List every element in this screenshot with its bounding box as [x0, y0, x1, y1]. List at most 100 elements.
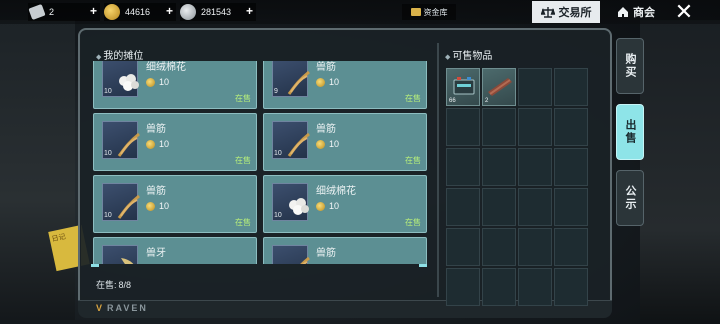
tab-notice[interactable]: 公示: [616, 170, 644, 226]
item-thumb: [272, 245, 310, 264]
empty-slot[interactable]: [518, 268, 552, 306]
empty-slot[interactable]: [446, 268, 480, 306]
item-name: 兽牙: [146, 248, 166, 259]
cotton-icon: [289, 198, 309, 215]
sinew-icon: [287, 132, 310, 157]
booth-item-card[interactable]: 兽筋 10: [263, 237, 427, 264]
sellable-grid[interactable]: 66 2: [446, 68, 592, 306]
item-price: 10: [159, 77, 170, 87]
scroll-indicator: [91, 264, 431, 268]
background-left-scenery: [0, 20, 75, 320]
exchange-tab[interactable]: 交易所: [532, 1, 600, 23]
booth-item-card[interactable]: 10 兽筋 10 在售: [93, 175, 257, 233]
tab-sell[interactable]: 出售: [616, 104, 644, 160]
resource-ticket-value: 2: [49, 7, 55, 17]
item-name: 兽筋: [146, 186, 166, 197]
house-icon: [618, 7, 628, 17]
empty-slot[interactable]: [518, 188, 552, 226]
empty-slot[interactable]: [518, 228, 552, 266]
resource-ticket: 2 +: [28, 3, 100, 21]
sellable-title: ◆ 可售物品: [445, 51, 493, 62]
booth-item-card[interactable]: 10 细绒棉花 10 在售: [263, 175, 427, 233]
empty-slot[interactable]: [554, 68, 588, 106]
item-qty: 10: [274, 150, 282, 157]
cotton-icon: [119, 74, 139, 91]
guild-shop-tab[interactable]: 商会: [612, 1, 660, 23]
booth-item-card[interactable]: 9 兽筋 10 在售: [263, 61, 427, 109]
tab-buy-label: 购买: [624, 53, 636, 79]
leather-roll-icon: [488, 78, 512, 96]
item-price: 10: [329, 139, 340, 149]
guild-shop-label: 商会: [633, 7, 655, 19]
scale-icon: [540, 7, 555, 18]
booth-list[interactable]: 10 细绒棉花 10 在售 9 兽筋 10 在售 10 兽筋 10 在售 10 …: [91, 61, 433, 264]
silver-coin-icon: [180, 4, 196, 20]
sellable-slot[interactable]: 2: [482, 68, 516, 106]
empty-slot[interactable]: [554, 268, 588, 306]
tab-sell-label: 出售: [624, 119, 636, 145]
empty-slot[interactable]: [554, 108, 588, 146]
fang-icon: [121, 258, 134, 264]
sinew-icon: [300, 256, 310, 264]
gold-coin-icon: [104, 4, 120, 20]
add-gold-button[interactable]: +: [166, 4, 173, 18]
slot-qty: 66: [449, 98, 456, 104]
gold-coin-icon: [146, 78, 155, 87]
ticket-icon: [28, 3, 46, 21]
empty-slot[interactable]: [482, 108, 516, 146]
empty-slot[interactable]: [446, 108, 480, 146]
close-icon: ✕: [674, 0, 694, 25]
vault-button[interactable]: 资金库: [402, 4, 456, 20]
empty-slot[interactable]: [554, 148, 588, 186]
booth-title: ◆ 我的摊位: [96, 51, 144, 62]
battery-icon: [453, 77, 475, 95]
on-sale-count: 在售: 8/8: [96, 278, 131, 291]
gold-coin-icon: [146, 140, 155, 149]
on-sale-label: 在售:: [96, 280, 117, 290]
empty-slot[interactable]: [482, 148, 516, 186]
resource-silver: 281543 +: [180, 3, 256, 21]
booth-item-card[interactable]: 兽牙 14: [93, 237, 257, 264]
sellable-slot[interactable]: 66: [446, 68, 480, 106]
item-price: 10: [329, 201, 340, 211]
empty-slot[interactable]: [554, 188, 588, 226]
gold-coin-icon: [316, 78, 325, 87]
raven-logo: V RAVEN: [96, 303, 148, 313]
resource-silver-value: 281543: [201, 7, 232, 17]
item-status: 在售: [235, 218, 251, 227]
tab-buy[interactable]: 购买: [616, 38, 644, 94]
gold-coin-icon: [146, 202, 155, 211]
diamond-icon: ◆: [445, 54, 451, 61]
empty-slot[interactable]: [446, 188, 480, 226]
slot-qty: 2: [485, 98, 489, 104]
item-qty: 10: [104, 150, 112, 157]
resource-gold: 44616 +: [104, 3, 176, 21]
close-button[interactable]: ✕: [668, 0, 700, 25]
sinew-icon: [117, 194, 140, 219]
booth-item-card[interactable]: 10 兽筋 10 在售: [93, 113, 257, 171]
empty-slot[interactable]: [482, 228, 516, 266]
vault-icon: [410, 8, 421, 16]
add-silver-button[interactable]: +: [246, 4, 253, 18]
empty-slot[interactable]: [518, 68, 552, 106]
diamond-icon: ◆: [96, 54, 102, 61]
empty-slot[interactable]: [446, 228, 480, 266]
item-status: 在售: [405, 94, 421, 103]
empty-slot[interactable]: [482, 268, 516, 306]
empty-slot[interactable]: [518, 148, 552, 186]
booth-item-card[interactable]: 10 兽筋 10 在售: [263, 113, 427, 171]
sinew-icon: [287, 70, 310, 95]
background-right-scenery: [640, 20, 720, 320]
item-status: 在售: [405, 156, 421, 165]
add-ticket-button[interactable]: +: [90, 4, 97, 18]
tab-notice-label: 公示: [624, 185, 636, 211]
item-qty: 10: [274, 212, 282, 219]
empty-slot[interactable]: [446, 148, 480, 186]
gold-coin-icon: [316, 202, 325, 211]
empty-slot[interactable]: [518, 108, 552, 146]
empty-slot[interactable]: [482, 188, 516, 226]
on-sale-value: 8/8: [118, 280, 132, 290]
booth-item-card[interactable]: 10 细绒棉花 10 在售: [93, 61, 257, 109]
empty-slot[interactable]: [554, 228, 588, 266]
item-name: 细绒棉花: [146, 62, 186, 73]
